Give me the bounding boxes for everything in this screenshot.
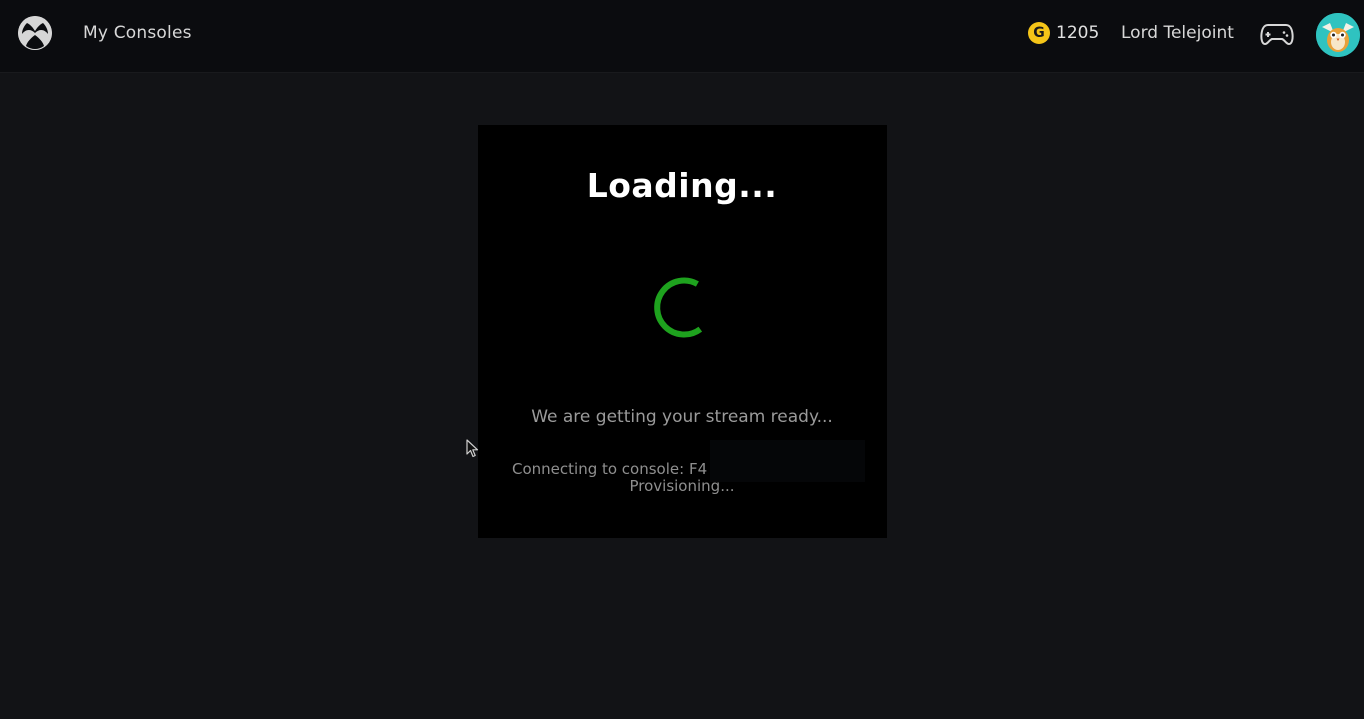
gamerscore: G 1205: [1028, 22, 1099, 44]
page-title[interactable]: My Consoles: [83, 23, 192, 43]
provisioning-text: Provisioning...: [629, 477, 735, 495]
xbox-logo-icon[interactable]: [18, 16, 52, 50]
username[interactable]: Lord Telejoint: [1121, 23, 1234, 43]
mouse-cursor-icon: [466, 439, 479, 458]
redacted-region: [710, 440, 865, 482]
controller-icon[interactable]: [1260, 20, 1294, 48]
gamerscore-icon: G: [1028, 22, 1050, 44]
status-message: We are getting your stream ready...: [531, 407, 833, 427]
dialog-title: Loading...: [586, 166, 778, 205]
gamerscore-value: 1205: [1056, 23, 1100, 43]
top-bar: My Consoles G 1205 Lord Telejoint: [0, 0, 1364, 72]
avatar[interactable]: [1316, 13, 1360, 57]
connecting-text: Connecting to console: F4: [512, 460, 708, 478]
loading-spinner: [654, 277, 703, 338]
